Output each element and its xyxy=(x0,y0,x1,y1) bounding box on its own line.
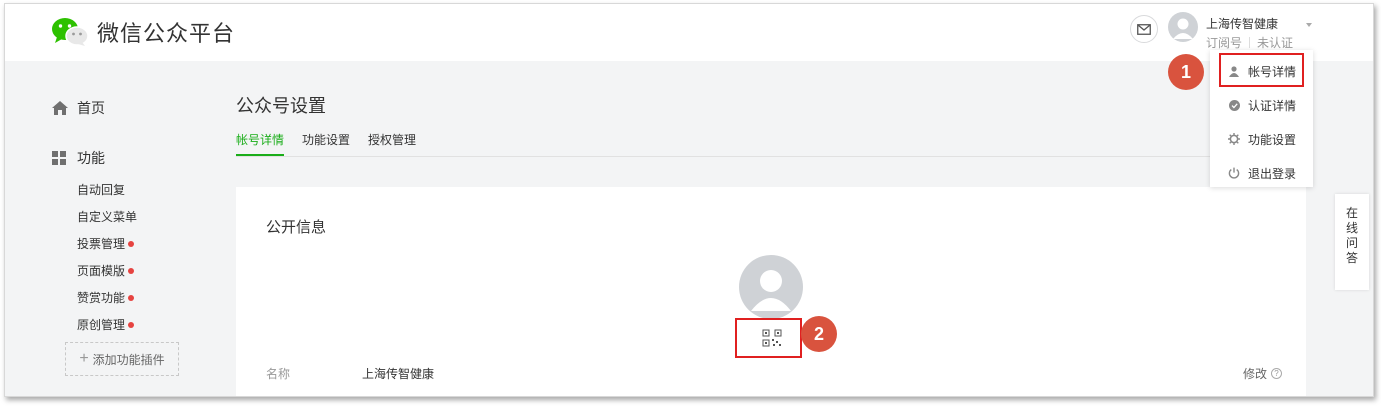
new-dot-badge xyxy=(128,241,135,247)
verify-status: 未认证 xyxy=(1257,36,1294,50)
menu-item-function-settings[interactable]: 功能设置 xyxy=(1210,125,1313,153)
power-icon xyxy=(1228,167,1240,179)
menu-item-logout[interactable]: 退出登录 xyxy=(1210,159,1313,187)
sidebar-item-label: 页面模版 xyxy=(77,264,126,278)
sidebar-item-label: 功能 xyxy=(77,150,105,166)
online-help-char: 答 xyxy=(1345,251,1358,265)
account-avatar-large[interactable] xyxy=(739,255,803,319)
annotation-badge-2: 2 xyxy=(801,316,837,352)
sidebar-item-reward[interactable]: 赞赏功能 xyxy=(77,289,135,306)
check-circle-icon xyxy=(1228,99,1240,111)
sidebar-item-label: 自动回复 xyxy=(77,183,126,197)
user-avatar-icon xyxy=(751,270,791,311)
sidebar-item-label: 赞赏功能 xyxy=(77,291,126,305)
online-help-char: 线 xyxy=(1345,221,1358,235)
help-icon[interactable]: ? xyxy=(1271,368,1282,379)
account-name[interactable]: 上海传智健康 xyxy=(1206,15,1278,32)
home-icon xyxy=(52,101,68,115)
sidebar-item-auto-reply[interactable]: 自动回复 xyxy=(77,181,125,198)
sidebar-item-functions[interactable]: 功能 xyxy=(52,148,105,168)
name-value: 上海传智健康 xyxy=(362,367,435,381)
sidebar-item-custom-menu[interactable]: 自定义菜单 xyxy=(77,208,137,225)
new-dot-badge xyxy=(128,295,135,301)
user-avatar-icon xyxy=(1173,18,1193,39)
page-title: 公众号设置 xyxy=(236,96,326,116)
mail-icon xyxy=(1137,23,1151,35)
app-title: 微信公众平台 xyxy=(97,21,236,46)
sidebar-item-vote[interactable]: 投票管理 xyxy=(77,235,135,252)
account-meta: 订阅号 未认证 xyxy=(1206,34,1293,51)
menu-item-label: 认证详情 xyxy=(1248,98,1297,113)
new-dot-badge xyxy=(128,268,135,274)
online-help-char: 问 xyxy=(1345,236,1358,250)
edit-name-link[interactable]: 修改 ? xyxy=(1243,365,1282,382)
name-label: 名称 xyxy=(266,367,291,381)
divider xyxy=(1249,37,1251,48)
tab-authorization[interactable]: 授权管理 xyxy=(368,132,416,156)
account-type: 订阅号 xyxy=(1206,36,1243,50)
mail-button[interactable] xyxy=(1130,15,1158,43)
annotation-highlight-box xyxy=(1219,53,1304,87)
annotation-highlight-box xyxy=(735,318,802,358)
wechat-logo-icon xyxy=(52,18,89,46)
sidebar-item-label: 自定义菜单 xyxy=(77,210,138,224)
section-title: 公开信息 xyxy=(266,219,327,236)
browser-frame: 微信公众平台 上海传智健康 订阅号 未认证 首页 功能 自动回复 自定义菜单 投… xyxy=(4,3,1374,397)
tab-bar: 帐号详情 功能设置 授权管理 xyxy=(236,132,1306,157)
gear-icon xyxy=(1228,133,1240,145)
sidebar-item-page-template[interactable]: 页面模版 xyxy=(77,262,135,279)
top-bar: 微信公众平台 上海传智健康 订阅号 未认证 xyxy=(5,4,1373,61)
online-help-button[interactable]: 在 线 问 答 xyxy=(1335,194,1369,290)
public-info-card: 公开信息 名称 上海传智健康 修改 ? xyxy=(236,187,1306,396)
edit-label: 修改 xyxy=(1242,367,1267,381)
plus-icon: + xyxy=(79,350,89,367)
menu-item-label: 功能设置 xyxy=(1248,132,1297,147)
sidebar-item-label: 投票管理 xyxy=(77,237,126,251)
chevron-down-icon[interactable] xyxy=(1306,23,1312,27)
tab-account-details[interactable]: 帐号详情 xyxy=(236,132,285,156)
online-help-char: 在 xyxy=(1345,206,1358,220)
logo[interactable]: 微信公众平台 xyxy=(51,16,235,48)
sidebar-item-original[interactable]: 原创管理 xyxy=(77,316,135,333)
annotation-badge-1: 1 xyxy=(1168,54,1204,90)
menu-item-label: 退出登录 xyxy=(1248,166,1297,181)
sidebar-item-label: 首页 xyxy=(77,100,105,116)
sidebar-item-label: 原创管理 xyxy=(77,318,126,332)
account-avatar[interactable] xyxy=(1168,12,1198,42)
add-plugin-button[interactable]: + 添加功能插件 xyxy=(65,342,179,376)
sidebar-item-home[interactable]: 首页 xyxy=(52,98,105,118)
menu-item-verification-details[interactable]: 认证详情 xyxy=(1210,91,1313,119)
new-dot-badge xyxy=(128,322,135,328)
tab-function-settings[interactable]: 功能设置 xyxy=(302,132,350,156)
add-plugin-label: 添加功能插件 xyxy=(92,352,165,367)
grid-icon xyxy=(52,151,66,165)
